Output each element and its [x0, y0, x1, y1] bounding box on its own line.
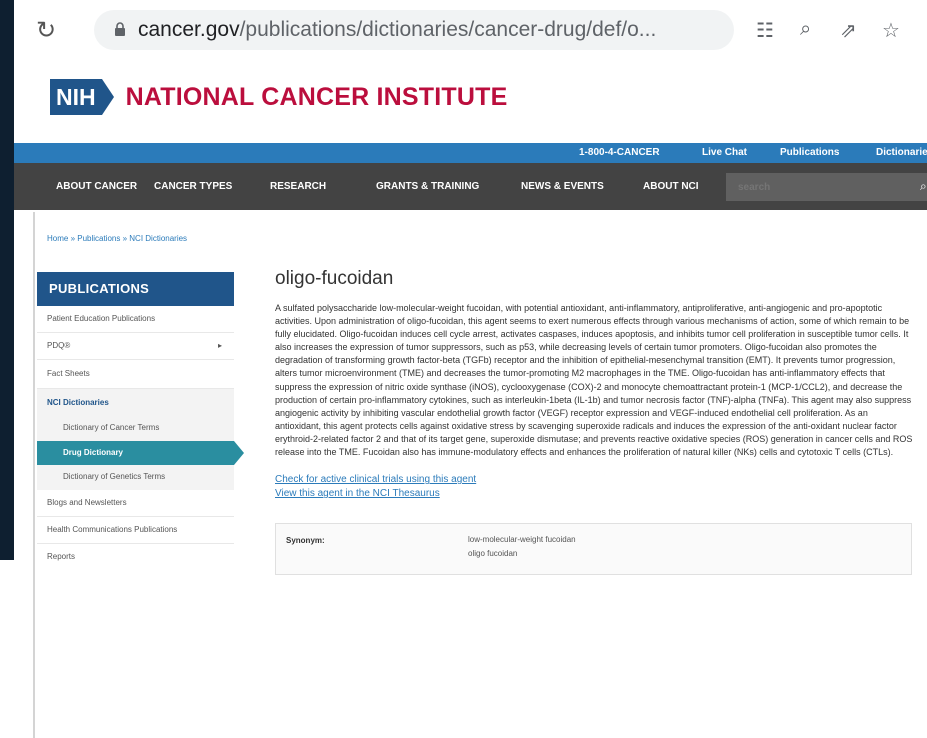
nav-research[interactable]: RESEARCH — [270, 181, 326, 192]
sidebar-item-label: PDQ® — [47, 341, 71, 350]
clinical-trials-link[interactable]: Check for active clinical trials using t… — [275, 473, 915, 487]
term-title: oligo-fucoidan — [275, 268, 394, 289]
sidebar-item-drug-dictionary[interactable]: Drug Dictionary — [37, 441, 244, 465]
lock-icon[interactable] — [114, 22, 126, 36]
sidebar-item-reports[interactable]: Reports — [37, 544, 234, 570]
nci-thesaurus-link[interactable]: View this agent in the NCI Thesaurus — [275, 487, 915, 501]
search-input[interactable] — [736, 181, 890, 194]
nih-logo-chevron — [101, 79, 114, 115]
sidebar-item-dictionary-of-cancer-terms[interactable]: Dictionary of Cancer Terms — [37, 417, 234, 441]
synonym-value: low-molecular-weight fucoidan — [468, 535, 576, 545]
sidebar-item-nci-dictionaries[interactable]: NCI Dictionaries — [37, 389, 234, 417]
site-search: ⌕ — [726, 173, 927, 201]
utility-phone-link[interactable]: 1-800-4-CANCER — [579, 147, 660, 158]
institute-name: NATIONAL CANCER INSTITUTE — [125, 82, 508, 111]
sidebar-item-dictionary-of-genetics-terms[interactable]: Dictionary of Genetics Terms — [37, 465, 234, 490]
sidebar-item-label: Blogs and Newsletters — [47, 498, 127, 507]
main-nav: ABOUT CANCER CANCER TYPES RESEARCH GRANT… — [14, 163, 927, 210]
synonym-table: Synonym: low-molecular-weight fucoidan o… — [275, 523, 912, 576]
utility-live-chat-link[interactable]: Live Chat — [702, 147, 747, 158]
sidebar-item-label: Patient Education Publications — [47, 314, 156, 323]
url-text[interactable]: cancer.gov/publications/dictionaries/can… — [138, 18, 656, 42]
utility-nav: 1-800-4-CANCER Live Chat Publications Di… — [14, 143, 927, 163]
search-icon[interactable]: ⌕ — [920, 179, 927, 194]
url-path: /publications/dictionaries/cancer-drug/d… — [239, 18, 657, 41]
nih-logo-text: NIH — [50, 79, 102, 115]
sidebar-item-pdq[interactable]: PDQ® ▸ — [37, 333, 234, 360]
address-bar[interactable]: cancer.gov/publications/dictionaries/can… — [94, 10, 734, 50]
sidebar-item-blogs-newsletters[interactable]: Blogs and Newsletters — [37, 490, 234, 517]
nci-logo[interactable]: NIH NATIONAL CANCER INSTITUTE — [50, 75, 507, 119]
sidebar-item-health-communications[interactable]: Health Communications Publications — [37, 517, 234, 544]
utility-publications-link[interactable]: Publications — [780, 147, 839, 158]
expand-icon[interactable]: ▸ — [218, 341, 222, 351]
agent-links: Check for active clinical trials using t… — [275, 473, 915, 501]
sidebar-item-label: Health Communications Publications — [47, 525, 178, 534]
sidebar-item-fact-sheets[interactable]: Fact Sheets — [37, 360, 234, 389]
nav-grants-training[interactable]: GRANTS & TRAINING — [376, 181, 479, 192]
active-indicator — [234, 441, 244, 465]
sidebar-item-label: Reports — [47, 552, 76, 561]
nav-news-events[interactable]: NEWS & EVENTS — [521, 181, 604, 192]
nav-about-cancer[interactable]: ABOUT CANCER — [56, 181, 137, 192]
sidebar: PUBLICATIONS Patient Education Publicati… — [37, 272, 244, 570]
synonym-value: oligo fucoidan — [468, 549, 518, 559]
reload-icon[interactable]: ↻ — [36, 16, 56, 45]
nav-about-nci[interactable]: ABOUT NCI — [643, 181, 699, 192]
sidebar-item-label: Dictionary of Genetics Terms — [63, 472, 166, 481]
sidebar-item-label: Fact Sheets — [47, 369, 90, 378]
sidebar-item-patient-education[interactable]: Patient Education Publications — [37, 306, 234, 333]
browser-toolbar: ↻ cancer.gov/publications/dictionaries/c… — [14, 0, 927, 62]
content-left-border — [33, 212, 35, 738]
synonym-values: low-molecular-weight fucoidan oligo fuco… — [468, 533, 576, 561]
sidebar-item-label: Dictionary of Cancer Terms — [63, 423, 160, 432]
url-domain: cancer.gov — [138, 18, 240, 41]
bookmark-star-icon[interactable]: ☆ — [882, 18, 900, 43]
background-window-edge — [0, 0, 14, 560]
breadcrumb[interactable]: Home » Publications » NCI Dictionaries — [47, 234, 187, 243]
utility-dictionaries-link[interactable]: Dictionaries — [876, 147, 927, 158]
sidebar-item-label: NCI Dictionaries — [47, 398, 109, 407]
sidebar-group-nci-dictionaries: NCI Dictionaries Dictionary of Cancer Te… — [37, 389, 244, 490]
term-definition: A sulfated polysaccharide low-molecular-… — [275, 303, 913, 458]
translate-icon[interactable]: ☷ — [756, 18, 774, 43]
sidebar-title[interactable]: PUBLICATIONS — [37, 272, 234, 306]
synonym-label: Synonym: — [286, 536, 325, 546]
sidebar-item-label: Drug Dictionary — [63, 448, 124, 457]
zoom-icon[interactable]: ⌕ — [800, 18, 811, 41]
share-icon[interactable]: ⇗ — [840, 18, 857, 43]
nav-cancer-types[interactable]: CANCER TYPES — [154, 181, 232, 192]
main-content: oligo-fucoidan A sulfated polysaccharide… — [275, 268, 915, 576]
